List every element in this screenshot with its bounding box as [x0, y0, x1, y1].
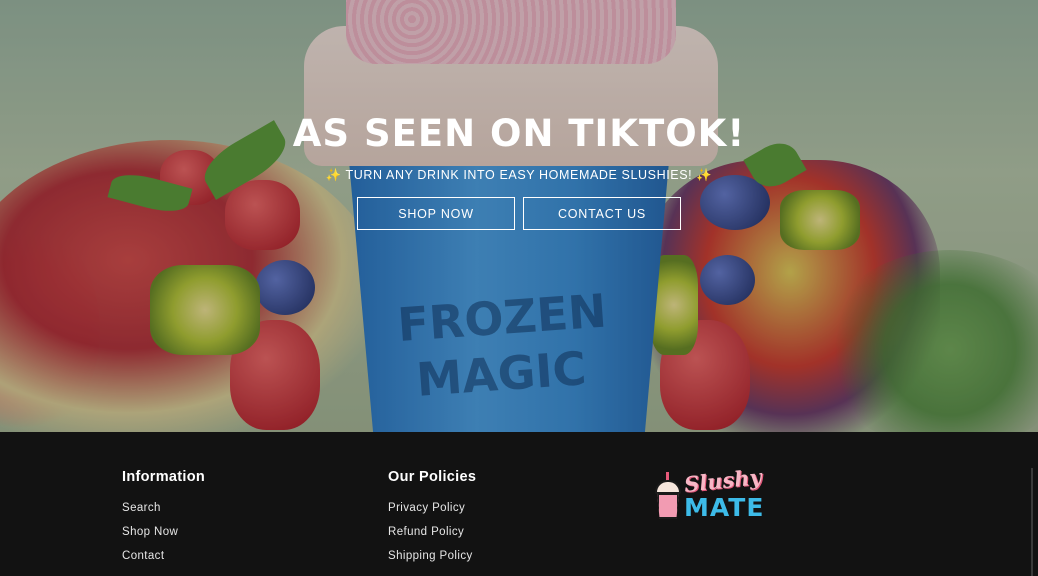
footer-policies-column: Our Policies Privacy Policy Refund Polic… [388, 469, 476, 574]
slushy-mate-logo[interactable]: Slushy MATE [654, 464, 765, 524]
contact-us-button[interactable]: CONTACT US [523, 197, 681, 230]
logo-text-mate: MATE [684, 493, 765, 522]
footer-link-shop-now[interactable]: Shop Now [122, 526, 205, 538]
page-scrollbar[interactable] [1031, 468, 1033, 576]
hero-subtitle-text: TURN ANY DRINK INTO EASY HOMEMADE SLUSHI… [345, 168, 693, 182]
footer-link-search[interactable]: Search [122, 502, 205, 514]
hero-content: AS SEEN ON TIKTOK! ✨ TURN ANY DRINK INTO… [0, 112, 1038, 230]
footer-information-heading: Information [122, 469, 206, 485]
footer-link-shipping-policy[interactable]: Shipping Policy [388, 550, 476, 562]
footer-link-contact[interactable]: Contact [122, 550, 205, 562]
shop-now-button[interactable]: SHOP NOW [357, 197, 515, 230]
sparkles-icon: ✨ [325, 168, 342, 182]
hero-subtitle: ✨ TURN ANY DRINK INTO EASY HOMEMADE SLUS… [0, 168, 1038, 183]
hero-buttons: SHOP NOW CONTACT US [0, 197, 1038, 230]
site-footer: Information Search Shop Now Contact Our … [0, 432, 1038, 576]
hero-title: AS SEEN ON TIKTOK! [292, 112, 746, 155]
footer-link-privacy-policy[interactable]: Privacy Policy [388, 502, 476, 514]
hero-banner: FROZEN MAGIC AS SEEN ON TIKTOK! ✨ TURN A… [0, 0, 1038, 432]
footer-policies-heading: Our Policies [388, 469, 477, 485]
footer-link-refund-policy[interactable]: Refund Policy [388, 526, 476, 538]
footer-information-column: Information Search Shop Now Contact [122, 469, 205, 574]
sparkles-icon: ✨ [696, 168, 713, 182]
slushy-cup-logo-icon [654, 472, 682, 520]
